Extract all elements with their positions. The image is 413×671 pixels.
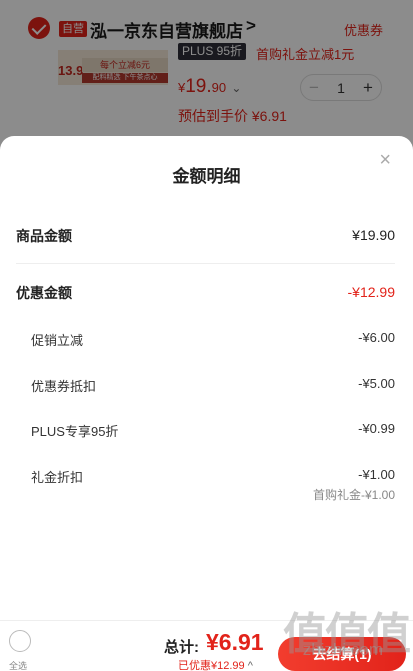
- plus-discount-label: PLUS专享95折: [31, 424, 119, 439]
- plus-discount-value: -¥0.99: [358, 421, 395, 436]
- select-all-label[interactable]: 全选: [9, 659, 27, 671]
- total-label: 总计:: [164, 639, 199, 656]
- discount-detail-toggle[interactable]: 已优惠¥12.99 ^: [178, 657, 253, 671]
- promo-discount-label: 促销立减: [31, 333, 84, 348]
- discount-total: 已优惠¥12.99: [178, 660, 245, 671]
- amount-detail-sheet: 金额明细 × 商品金额 ¥19.90 优惠金额 -¥12.99 促销立减 -¥6…: [0, 136, 413, 671]
- coupon-discount-value: -¥5.00: [358, 376, 395, 391]
- gift-discount-value: -¥1.00: [358, 467, 395, 482]
- divider: [16, 263, 395, 264]
- discount-amount-label: 优惠金额: [16, 285, 72, 301]
- goods-amount-label: 商品金额: [16, 228, 72, 244]
- discount-amount-value: -¥12.99: [347, 284, 395, 300]
- gift-discount-label: 礼金折扣: [31, 470, 84, 485]
- total-amount: ¥6.91: [206, 629, 264, 655]
- coupon-discount-label: 优惠券抵扣: [31, 379, 97, 394]
- caret-up-icon: ^: [247, 660, 253, 671]
- watermark-url: zhizhi.com: [302, 640, 383, 659]
- gift-discount-note: 首购礼金-¥1.00: [312, 488, 395, 502]
- select-all-checkbox[interactable]: [9, 630, 31, 652]
- goods-amount-value: ¥19.90: [352, 227, 395, 243]
- close-icon[interactable]: ×: [379, 150, 391, 170]
- sheet-title: 金额明细: [172, 167, 241, 186]
- promo-discount-value: -¥6.00: [358, 330, 395, 345]
